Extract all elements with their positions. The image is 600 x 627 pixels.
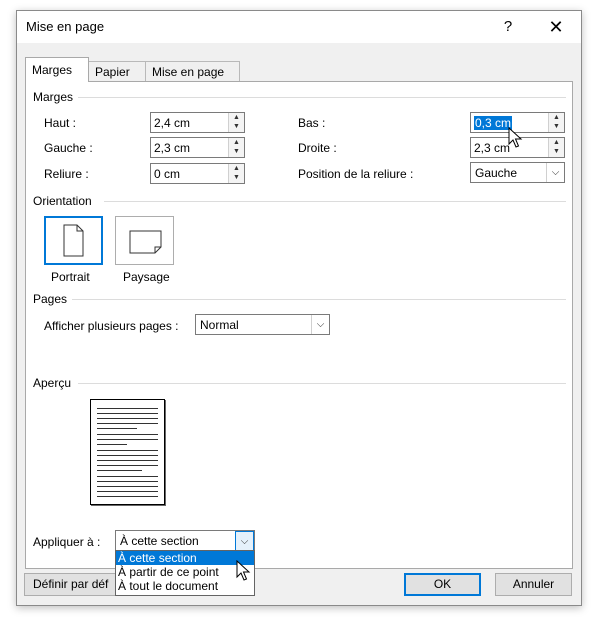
cancel-button[interactable]: Annuler bbox=[495, 573, 572, 596]
apply-to-label: Appliquer à : bbox=[33, 535, 101, 549]
page-preview bbox=[90, 399, 165, 505]
spin-down-icon[interactable]: ▼ bbox=[549, 122, 564, 131]
set-as-default-button[interactable]: Définir par déf bbox=[24, 573, 118, 596]
ok-button[interactable]: OK bbox=[404, 573, 481, 596]
apply-to-value: À cette section bbox=[120, 534, 199, 548]
landscape-page-icon bbox=[129, 230, 162, 254]
close-button[interactable]: ✕ bbox=[535, 11, 577, 43]
mouse-pointer-icon bbox=[236, 560, 251, 581]
window-title: Mise en page bbox=[26, 19, 105, 34]
margins-group-divider bbox=[78, 97, 566, 98]
apply-to-dropdown-list: À cette section À partir de ce point À t… bbox=[115, 550, 255, 596]
orientation-group-title: Orientation bbox=[33, 194, 96, 208]
chevron-down-icon[interactable]: ⌵ bbox=[546, 163, 564, 182]
help-button[interactable]: ? bbox=[487, 11, 529, 43]
preview-text-line bbox=[97, 455, 158, 456]
preview-text-line bbox=[97, 491, 158, 492]
dropdown-option-whole-document[interactable]: À tout le document bbox=[116, 579, 254, 593]
preview-group-title: Aperçu bbox=[33, 376, 76, 390]
gutter-position-value: Gauche bbox=[475, 166, 518, 180]
preview-text-line bbox=[97, 465, 158, 466]
preview-group-divider bbox=[78, 383, 566, 384]
margins-group-title: Marges bbox=[33, 90, 78, 104]
preview-text-line bbox=[97, 439, 158, 440]
left-margin-field[interactable]: 2,3 cm ▲ ▼ bbox=[150, 137, 245, 158]
preview-text-line bbox=[97, 470, 142, 471]
landscape-label: Paysage bbox=[123, 270, 170, 284]
left-margin-label: Gauche : bbox=[44, 141, 93, 155]
landscape-button[interactable] bbox=[115, 216, 174, 265]
multiple-pages-label: Afficher plusieurs pages : bbox=[44, 319, 179, 333]
spin-up-icon[interactable]: ▲ bbox=[549, 138, 564, 147]
spin-down-icon[interactable]: ▼ bbox=[549, 147, 564, 156]
preview-text-line bbox=[97, 496, 158, 497]
preview-text-line bbox=[97, 423, 158, 424]
preview-text-line bbox=[97, 450, 158, 451]
page-setup-dialog: Mise en page ? ✕ Marges Papier Mise en p… bbox=[16, 10, 582, 606]
preview-text-line bbox=[97, 434, 158, 435]
chevron-down-icon[interactable]: ⌵ bbox=[235, 531, 254, 552]
right-margin-value: 2,3 cm bbox=[474, 141, 511, 155]
preview-text-line bbox=[97, 481, 158, 482]
portrait-label: Portrait bbox=[51, 270, 90, 284]
apply-to-select[interactable]: À cette section ⌵ bbox=[115, 530, 255, 552]
right-margin-label: Droite : bbox=[298, 141, 337, 155]
preview-text-line bbox=[97, 444, 127, 445]
dropdown-option-this-section[interactable]: À cette section bbox=[116, 551, 254, 565]
preview-text-line bbox=[97, 486, 158, 487]
spin-down-icon[interactable]: ▼ bbox=[229, 147, 244, 156]
pages-group-title: Pages bbox=[33, 292, 72, 306]
mouse-pointer-icon bbox=[508, 127, 523, 148]
spin-up-icon[interactable]: ▲ bbox=[549, 113, 564, 122]
top-margin-field[interactable]: 2,4 cm ▲ ▼ bbox=[150, 112, 245, 133]
preview-text-line bbox=[97, 418, 158, 419]
gutter-position-label: Position de la reliure : bbox=[298, 167, 414, 181]
bottom-margin-value: 0,3 cm bbox=[474, 116, 513, 130]
preview-text-line bbox=[97, 413, 158, 414]
tab-paper[interactable]: Papier bbox=[88, 61, 146, 81]
spin-up-icon[interactable]: ▲ bbox=[229, 113, 244, 122]
preview-text-line bbox=[97, 460, 158, 461]
preview-text-line bbox=[97, 476, 158, 477]
orientation-group-divider bbox=[104, 201, 566, 202]
tab-layout[interactable]: Mise en page bbox=[145, 61, 240, 81]
top-margin-value: 2,4 cm bbox=[154, 116, 191, 130]
spin-down-icon[interactable]: ▼ bbox=[229, 173, 244, 182]
title-bar: Mise en page ? ✕ bbox=[17, 11, 581, 43]
spin-up-icon[interactable]: ▲ bbox=[229, 138, 244, 147]
multiple-pages-value: Normal bbox=[200, 318, 239, 332]
top-margin-label: Haut : bbox=[44, 116, 77, 130]
multiple-pages-select[interactable]: Normal ⌵ bbox=[195, 314, 330, 335]
gutter-field[interactable]: 0 cm ▲ ▼ bbox=[150, 163, 245, 184]
left-margin-value: 2,3 cm bbox=[154, 141, 191, 155]
preview-text-line bbox=[97, 428, 137, 429]
portrait-page-icon bbox=[63, 224, 84, 257]
gutter-position-select[interactable]: Gauche ⌵ bbox=[470, 162, 565, 183]
bottom-margin-label: Bas : bbox=[298, 116, 326, 130]
spin-up-icon[interactable]: ▲ bbox=[229, 164, 244, 173]
dropdown-option-from-here[interactable]: À partir de ce point bbox=[116, 565, 254, 579]
preview-text-line bbox=[97, 408, 158, 409]
chevron-down-icon[interactable]: ⌵ bbox=[311, 315, 329, 334]
tab-margins[interactable]: Marges bbox=[25, 57, 89, 82]
pages-group-divider bbox=[72, 299, 566, 300]
gutter-label: Reliure : bbox=[44, 167, 89, 181]
spin-down-icon[interactable]: ▼ bbox=[229, 122, 244, 131]
gutter-value: 0 cm bbox=[154, 167, 181, 181]
portrait-button[interactable] bbox=[44, 216, 103, 265]
